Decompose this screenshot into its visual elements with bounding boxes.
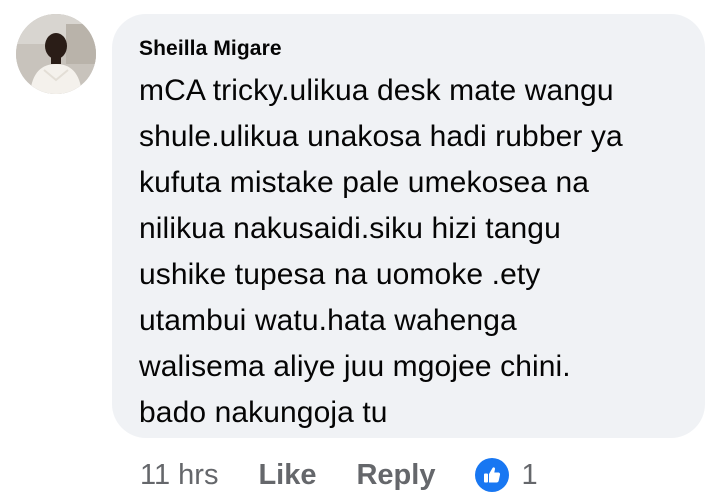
like-thumbs-up-icon: [475, 458, 510, 492]
reply-button[interactable]: Reply: [356, 459, 435, 492]
reaction-summary[interactable]: 1: [475, 458, 538, 492]
like-button[interactable]: Like: [258, 459, 316, 492]
reaction-count: 1: [521, 458, 538, 491]
comment-bubble: Sheilla Migare mCA tricky.ulikua desk ma…: [112, 14, 705, 438]
comment-text: mCA tricky.ulikua desk mate wangu shule.…: [139, 74, 623, 429]
avatar-photo: [16, 14, 96, 94]
comment-timestamp[interactable]: 11 hrs: [140, 459, 218, 492]
comment-actions: 11 hrs Like Reply 1: [140, 455, 538, 495]
comment-author[interactable]: Sheilla Migare: [139, 36, 681, 62]
avatar[interactable]: [16, 14, 96, 94]
